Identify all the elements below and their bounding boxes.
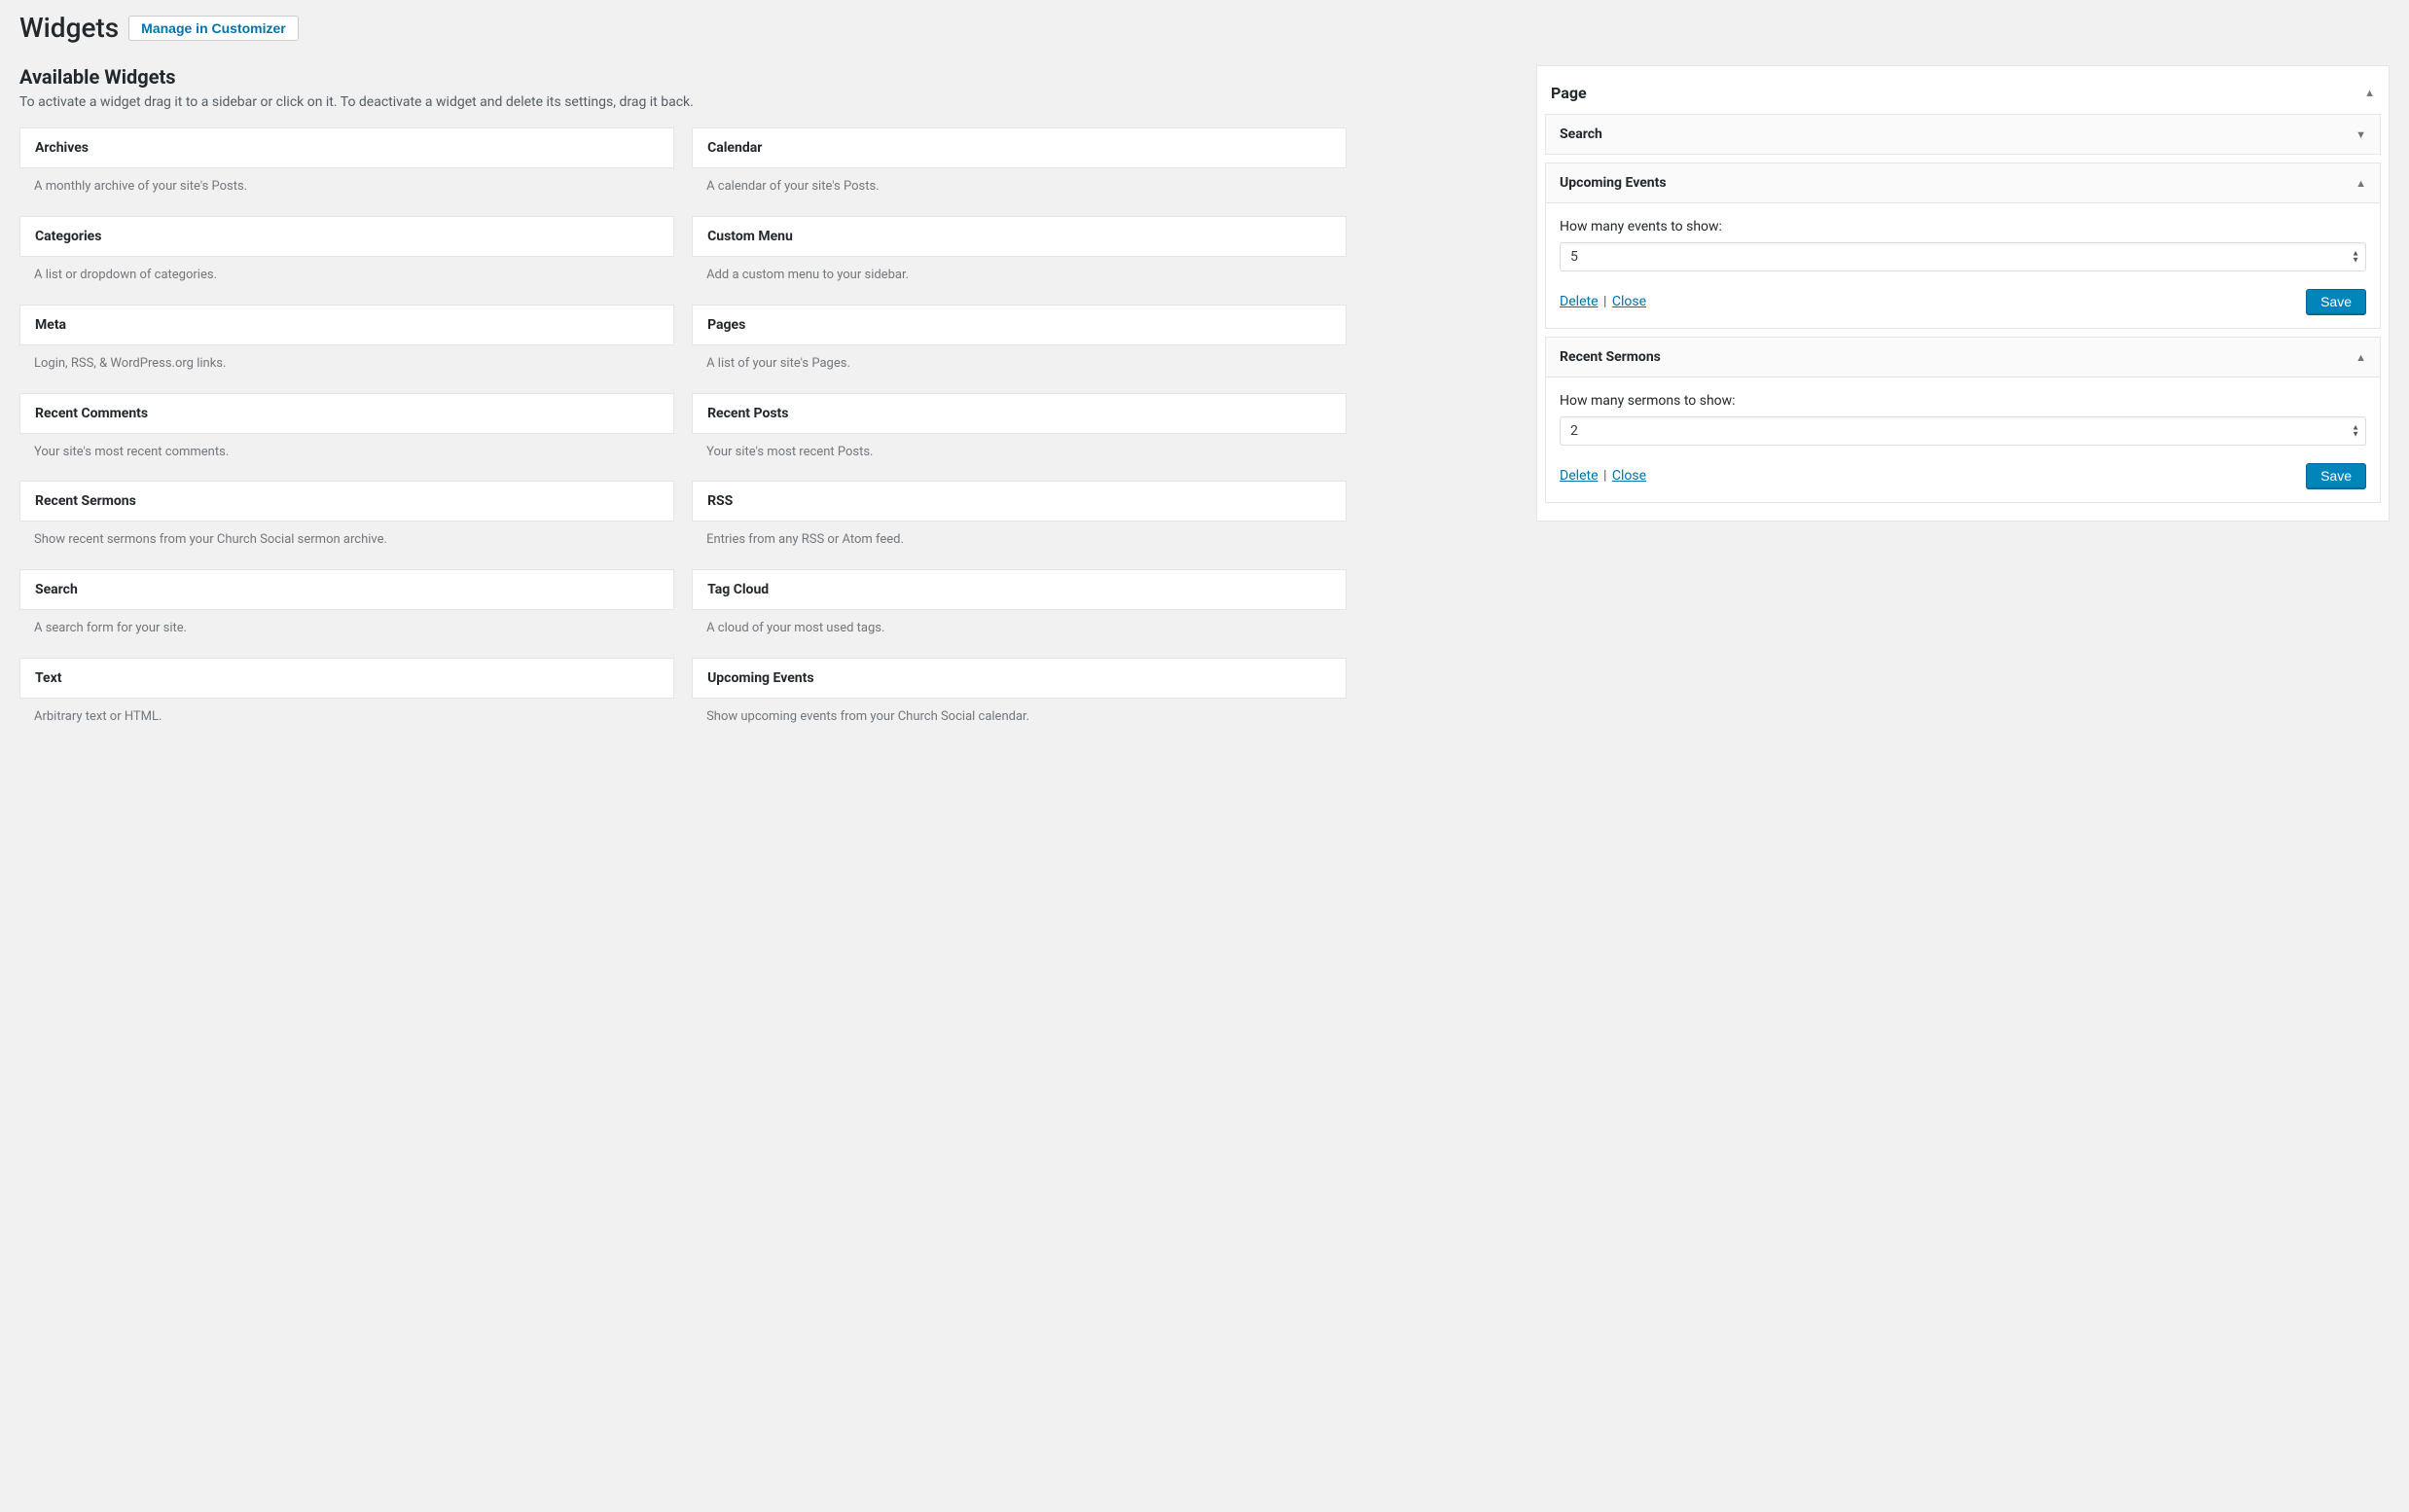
- sermons-count-select[interactable]: 2 ▲▼: [1560, 416, 2366, 446]
- main-layout: Available Widgets To activate a widget d…: [19, 65, 2390, 746]
- sidebar-widget-header[interactable]: Upcoming Events ▲: [1546, 163, 2380, 202]
- sidebar-widget-title: Search: [1560, 126, 1602, 142]
- widget-description: A calendar of your site's Posts.: [692, 168, 1347, 202]
- widget-recent-comments: Recent Comments Your site's most recent …: [19, 393, 674, 468]
- widget-title[interactable]: Categories: [19, 216, 674, 257]
- sidebar-widget-body: How many events to show: 5 ▲▼ Delete | C…: [1546, 202, 2380, 328]
- widget-title[interactable]: Recent Posts: [692, 393, 1347, 434]
- widget-action-links: Delete | Close: [1560, 468, 1646, 484]
- available-widget-grid: Archives A monthly archive of your site'…: [19, 127, 1347, 746]
- separator: |: [1603, 468, 1606, 484]
- select-stepper-icon: ▲▼: [2352, 251, 2359, 264]
- widget-title[interactable]: Recent Comments: [19, 393, 674, 434]
- save-button[interactable]: Save: [2306, 289, 2366, 314]
- widget-description: Arbitrary text or HTML.: [19, 699, 674, 733]
- events-count-select[interactable]: 5 ▲▼: [1560, 242, 2366, 271]
- sidebar-widget-title: Upcoming Events: [1560, 175, 1667, 191]
- widget-description: Show recent sermons from your Church Soc…: [19, 522, 674, 556]
- available-widgets-column: Available Widgets To activate a widget d…: [19, 65, 1347, 746]
- widget-action-links: Delete | Close: [1560, 294, 1646, 309]
- sidebar-area-column: Page ▲ Search ▼ Upcoming Events ▲ How ma…: [1536, 65, 2390, 522]
- widget-recent-posts: Recent Posts Your site's most recent Pos…: [692, 393, 1347, 468]
- sidebar-area-panel: Page ▲ Search ▼ Upcoming Events ▲ How ma…: [1536, 65, 2390, 522]
- widget-description: A search form for your site.: [19, 610, 674, 644]
- widget-search: Search A search form for your site.: [19, 569, 674, 644]
- widget-title[interactable]: Archives: [19, 127, 674, 168]
- widget-description: A list or dropdown of categories.: [19, 257, 674, 291]
- widget-title[interactable]: Calendar: [692, 127, 1347, 168]
- widget-title[interactable]: Upcoming Events: [692, 658, 1347, 699]
- widget-title[interactable]: Tag Cloud: [692, 569, 1347, 610]
- delete-link[interactable]: Delete: [1560, 294, 1598, 309]
- page-title: Widgets: [19, 12, 119, 44]
- close-link[interactable]: Close: [1612, 468, 1646, 484]
- sidebar-widget-header[interactable]: Recent Sermons ▲: [1546, 338, 2380, 377]
- widget-description: Show upcoming events from your Church So…: [692, 699, 1347, 733]
- triangle-up-icon: ▲: [2364, 87, 2375, 99]
- widget-calendar: Calendar A calendar of your site's Posts…: [692, 127, 1347, 202]
- widget-archives: Archives A monthly archive of your site'…: [19, 127, 674, 202]
- widget-text: Text Arbitrary text or HTML.: [19, 658, 674, 733]
- widget-title[interactable]: Meta: [19, 305, 674, 345]
- widget-tag-cloud: Tag Cloud A cloud of your most used tags…: [692, 569, 1347, 644]
- manage-in-customizer-button[interactable]: Manage in Customizer: [128, 16, 299, 41]
- widget-upcoming-events: Upcoming Events Show upcoming events fro…: [692, 658, 1347, 733]
- widget-title[interactable]: RSS: [692, 481, 1347, 522]
- widget-title[interactable]: Recent Sermons: [19, 481, 674, 522]
- triangle-up-icon: ▲: [2355, 177, 2366, 190]
- widget-description: Your site's most recent Posts.: [692, 434, 1347, 468]
- save-button[interactable]: Save: [2306, 463, 2366, 488]
- widget-title[interactable]: Text: [19, 658, 674, 699]
- sidebar-widget-title: Recent Sermons: [1560, 349, 1661, 365]
- triangle-down-icon: ▼: [2355, 128, 2366, 141]
- widget-description: A monthly archive of your site's Posts.: [19, 168, 674, 202]
- sidebar-widget-header[interactable]: Search ▼: [1546, 115, 2380, 154]
- available-widgets-title: Available Widgets: [19, 65, 1347, 89]
- select-value: 2: [1570, 423, 1578, 439]
- separator: |: [1603, 294, 1606, 309]
- close-link[interactable]: Close: [1612, 294, 1646, 309]
- delete-link[interactable]: Delete: [1560, 468, 1598, 484]
- widget-meta: Meta Login, RSS, & WordPress.org links.: [19, 305, 674, 379]
- triangle-up-icon: ▲: [2355, 351, 2366, 364]
- available-widgets-description: To activate a widget drag it to a sideba…: [19, 94, 1347, 110]
- select-stepper-icon: ▲▼: [2352, 425, 2359, 438]
- events-count-label: How many events to show:: [1560, 219, 2366, 234]
- widget-description: A list of your site's Pages.: [692, 345, 1347, 379]
- widget-rss: RSS Entries from any RSS or Atom feed.: [692, 481, 1347, 556]
- sidebar-widget-recent-sermons: Recent Sermons ▲ How many sermons to sho…: [1545, 337, 2381, 503]
- widget-description: Entries from any RSS or Atom feed.: [692, 522, 1347, 556]
- widget-title[interactable]: Pages: [692, 305, 1347, 345]
- widget-recent-sermons: Recent Sermons Show recent sermons from …: [19, 481, 674, 556]
- sidebar-area-title: Page: [1551, 84, 1587, 102]
- widget-description: Login, RSS, & WordPress.org links.: [19, 345, 674, 379]
- widget-description: A cloud of your most used tags.: [692, 610, 1347, 644]
- widget-pages: Pages A list of your site's Pages.: [692, 305, 1347, 379]
- sidebar-area-header[interactable]: Page ▲: [1537, 76, 2389, 114]
- widget-custom-menu: Custom Menu Add a custom menu to your si…: [692, 216, 1347, 291]
- widget-description: Add a custom menu to your sidebar.: [692, 257, 1347, 291]
- sidebar-widget-footer: Delete | Close Save: [1560, 289, 2366, 314]
- sermons-count-label: How many sermons to show:: [1560, 393, 2366, 409]
- widget-description: Your site's most recent comments.: [19, 434, 674, 468]
- sidebar-widget-body: How many sermons to show: 2 ▲▼ Delete | …: [1546, 377, 2380, 502]
- page-header: Widgets Manage in Customizer: [19, 12, 2390, 44]
- select-value: 5: [1570, 249, 1578, 265]
- widget-categories: Categories A list or dropdown of categor…: [19, 216, 674, 291]
- sidebar-widget-search: Search ▼: [1545, 114, 2381, 155]
- widget-title[interactable]: Custom Menu: [692, 216, 1347, 257]
- widget-title[interactable]: Search: [19, 569, 674, 610]
- sidebar-widget-upcoming-events: Upcoming Events ▲ How many events to sho…: [1545, 162, 2381, 329]
- sidebar-widget-footer: Delete | Close Save: [1560, 463, 2366, 488]
